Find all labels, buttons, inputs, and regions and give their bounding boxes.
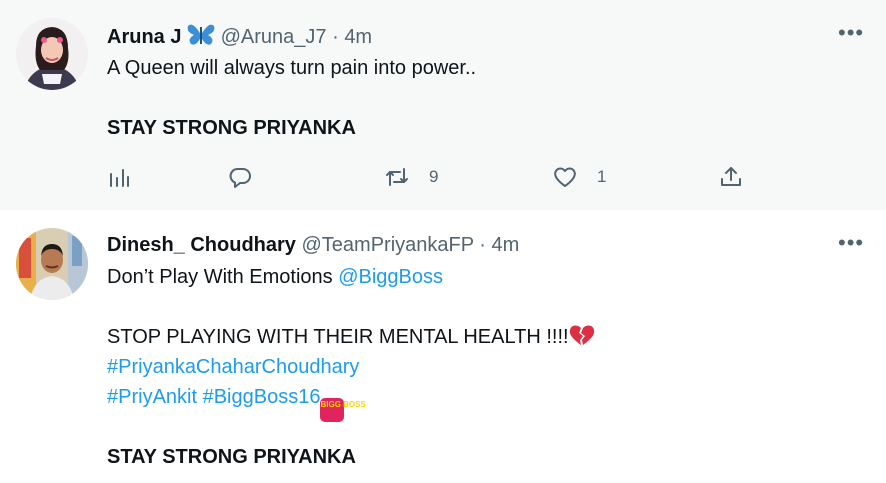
- author-handle[interactable]: @Aruna_J7: [221, 26, 327, 48]
- tweet-timestamp[interactable]: 4m: [344, 26, 372, 48]
- tweet-2[interactable]: Dinesh_ Choudhary @TeamPriyankaFP · 4m •…: [0, 210, 886, 483]
- tweet-text-line: STAY STRONG PRIYANKA: [107, 117, 356, 139]
- reply-icon[interactable]: [228, 160, 252, 194]
- retweet-button[interactable]: 9: [385, 160, 438, 194]
- tweet-1[interactable]: Aruna J @Aruna_J7 · 4m ••• A Queen will …: [0, 0, 886, 211]
- broken-heart-icon: [569, 323, 595, 356]
- heart-icon: [553, 165, 577, 189]
- tweet-text-line: STAY STRONG PRIYANKA: [107, 446, 356, 468]
- tweet-text-line: #PriyAnkit #BiggBoss16BIGG BOSS: [107, 382, 595, 422]
- retweet-icon: [385, 165, 409, 189]
- separator-dot: ·: [479, 234, 486, 256]
- hashtag-link[interactable]: #BiggBoss16: [203, 386, 321, 408]
- tweet-text-segment: STOP PLAYING WITH THEIR MENTAL HEALTH !!…: [107, 326, 569, 348]
- mention-link[interactable]: @BiggBoss: [338, 266, 443, 288]
- retweet-count: 9: [429, 167, 439, 186]
- tweet-text: Don’t Play With Emotions @BiggBoss STOP …: [107, 262, 595, 472]
- hashtag-link[interactable]: #PriyankaChaharChoudhary: [107, 352, 595, 382]
- share-icon[interactable]: [719, 160, 743, 194]
- like-button[interactable]: 1: [553, 160, 606, 194]
- tweet-text-segment: Don’t Play With Emotions: [107, 266, 339, 288]
- tweet-text-line: Don’t Play With Emotions @BiggBoss: [107, 262, 595, 292]
- author-name[interactable]: Aruna J: [107, 26, 181, 48]
- author-handle[interactable]: @TeamPriyankaFP: [301, 234, 473, 256]
- tweet-text-line: STOP PLAYING WITH THEIR MENTAL HEALTH !!…: [107, 322, 595, 352]
- like-count: 1: [597, 167, 607, 186]
- butterfly-icon: [187, 23, 215, 53]
- views-icon[interactable]: [107, 160, 131, 194]
- biggboss-hashflag-icon: BIGG BOSS: [320, 398, 366, 422]
- tweet-actions: 9 1: [107, 160, 757, 194]
- tweet-text: A Queen will always turn pain into power…: [107, 53, 476, 143]
- author-name[interactable]: Dinesh_ Choudhary: [107, 234, 296, 256]
- separator-dot: ·: [332, 26, 339, 48]
- tweet-header: Dinesh_ Choudhary @TeamPriyankaFP · 4m: [107, 233, 519, 257]
- tweet-timestamp[interactable]: 4m: [492, 234, 520, 256]
- tweet-text-line: A Queen will always turn pain into power…: [107, 57, 477, 79]
- avatar[interactable]: [16, 18, 88, 90]
- avatar[interactable]: [16, 228, 88, 300]
- more-options-icon[interactable]: •••: [838, 232, 864, 256]
- tweet-header: Aruna J @Aruna_J7 · 4m: [107, 23, 372, 53]
- more-options-icon[interactable]: •••: [838, 22, 864, 46]
- hashtag-link[interactable]: #PriyAnkit: [107, 386, 197, 408]
